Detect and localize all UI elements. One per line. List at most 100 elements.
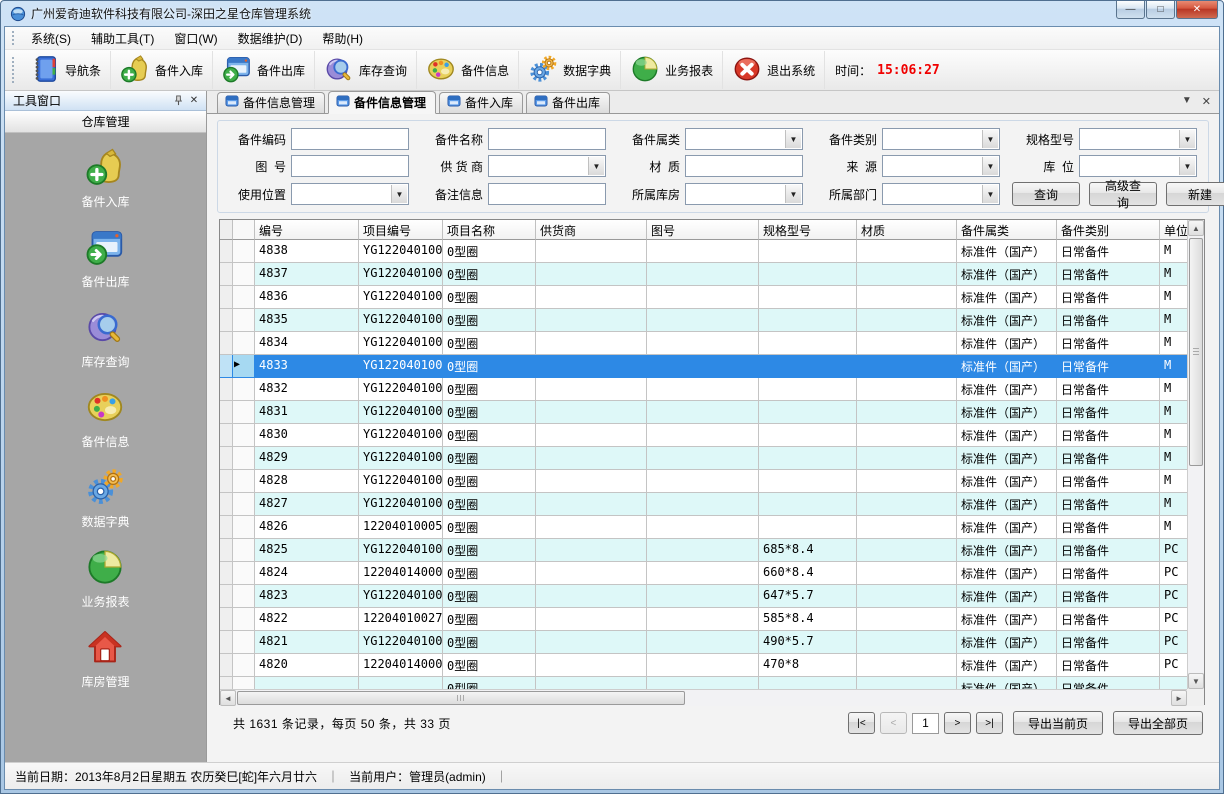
tab-2[interactable]: 备件入库 xyxy=(439,92,523,113)
field-select-备件属类[interactable]: ▼ xyxy=(685,128,803,150)
table-row[interactable]: 482012204014000130型圈470*8标准件（国产）日常备件PC xyxy=(220,654,1187,677)
scroll-right-icon[interactable]: ► xyxy=(1171,690,1187,706)
table-row[interactable]: 482212204010027000型圈585*8.4标准件（国产）日常备件PC xyxy=(220,608,1187,631)
last-page-button[interactable]: >| xyxy=(976,712,1003,734)
table-row[interactable]: 0型圈标准件（国产）日常备件 xyxy=(220,677,1187,689)
field-select-所属部门[interactable]: ▼ xyxy=(882,183,1000,205)
tab-close-icon[interactable]: ✕ xyxy=(1202,95,1211,108)
chevron-down-icon[interactable]: ▼ xyxy=(1179,130,1195,148)
table-row[interactable]: 482612204010005990型圈标准件（国产）日常备件M xyxy=(220,516,1187,539)
sidebar-item-parts-in[interactable]: 备件入库 xyxy=(81,147,129,210)
field-select-备件类别[interactable]: ▼ xyxy=(882,128,1000,150)
menu-item-3[interactable]: 数据维护(D) xyxy=(228,27,313,50)
column-header-spec[interactable]: 规格型号 xyxy=(759,220,857,240)
scroll-left-icon[interactable]: ◄ xyxy=(220,690,236,706)
table-row[interactable]: 4835YG122040100900型圈标准件（国产）日常备件M xyxy=(220,309,1187,332)
column-header-name[interactable]: 项目名称 xyxy=(443,220,536,240)
new-button[interactable]: 新建 xyxy=(1166,182,1224,206)
table-row[interactable]: 4837YG122040100920型圈标准件（国产）日常备件M xyxy=(220,263,1187,286)
tab-1-active[interactable]: 备件信息管理 xyxy=(328,91,436,114)
toolbar-button-navigator[interactable]: 导航条 xyxy=(21,51,111,89)
chevron-down-icon[interactable]: ▼ xyxy=(982,130,998,148)
query-button[interactable]: 查询 xyxy=(1012,182,1080,206)
chevron-down-icon[interactable]: ▼ xyxy=(785,130,801,148)
chevron-down-icon[interactable]: ▼ xyxy=(785,185,801,203)
column-header-type[interactable]: 备件类别 xyxy=(1057,220,1160,240)
toolbar-button-parts-out[interactable]: 备件出库 xyxy=(213,51,315,89)
toolbar-button-parts-info[interactable]: 备件信息 xyxy=(417,51,519,89)
table-row[interactable]: 4831YG122040100860型圈标准件（国产）日常备件M xyxy=(220,401,1187,424)
tool-window-close-icon[interactable]: ✕ xyxy=(186,94,202,108)
column-header-unit[interactable]: 单位 xyxy=(1160,220,1187,240)
sidebar-group-header[interactable]: 仓库管理 xyxy=(5,111,206,133)
minimize-button[interactable]: — xyxy=(1116,1,1145,19)
field-input-备注信息[interactable] xyxy=(488,183,606,205)
column-header-category[interactable]: 备件属类 xyxy=(957,220,1057,240)
vertical-scrollbar[interactable]: ▲ ▼ xyxy=(1187,220,1204,689)
maximize-button[interactable]: □ xyxy=(1146,1,1175,19)
column-header-material[interactable]: 材质 xyxy=(857,220,957,240)
field-input-备件编码[interactable] xyxy=(291,128,409,150)
tab-0[interactable]: 备件信息管理 xyxy=(217,92,325,113)
field-select-规格型号[interactable]: ▼ xyxy=(1079,128,1197,150)
table-row[interactable]: 482412204014000120型圈660*8.4标准件（国产）日常备件PC xyxy=(220,562,1187,585)
sidebar-item-stock-query[interactable]: 库存查询 xyxy=(81,307,129,370)
prev-page-button[interactable]: < xyxy=(880,712,907,734)
sidebar-item-parts-out[interactable]: 备件出库 xyxy=(81,227,129,290)
field-select-库位[interactable]: ▼ xyxy=(1079,155,1197,177)
field-select-使用位置[interactable]: ▼ xyxy=(291,183,409,205)
page-number-input[interactable] xyxy=(912,713,939,734)
field-select-所属库房[interactable]: ▼ xyxy=(685,183,803,205)
table-row[interactable]: 4832YG122040100870型圈标准件（国产）日常备件M xyxy=(220,378,1187,401)
sidebar-item-report[interactable]: 业务报表 xyxy=(81,547,129,610)
table-row[interactable]: 4836YG122040100910型圈标准件（国产）日常备件M xyxy=(220,286,1187,309)
tab-3[interactable]: 备件出库 xyxy=(526,92,610,113)
table-row[interactable]: 4834YG122040100890型圈标准件（国产）日常备件M xyxy=(220,332,1187,355)
sidebar-item-warehouse[interactable]: 库房管理 xyxy=(81,627,129,690)
table-row[interactable]: 4825YG122040100810型圈685*8.4标准件（国产）日常备件PC xyxy=(220,539,1187,562)
chevron-down-icon[interactable]: ▼ xyxy=(588,157,604,175)
menu-item-0[interactable]: 系统(S) xyxy=(21,27,81,50)
chevron-down-icon[interactable]: ▼ xyxy=(391,185,407,203)
first-page-button[interactable]: |< xyxy=(848,712,875,734)
close-button[interactable]: ✕ xyxy=(1176,1,1218,19)
column-header-id[interactable]: 编号 xyxy=(255,220,359,240)
column-header-project_code[interactable]: 项目编号 xyxy=(359,220,443,240)
table-row[interactable]: 4830YG122040100850型圈标准件（国产）日常备件M xyxy=(220,424,1187,447)
menu-item-1[interactable]: 辅助工具(T) xyxy=(81,27,164,50)
toolbar-button-stock-query[interactable]: 库存查询 xyxy=(315,51,417,89)
field-input-图号[interactable] xyxy=(291,155,409,177)
table-row-selected[interactable]: ▶4833YG122040100880型圈标准件（国产）日常备件M xyxy=(220,355,1187,378)
toolbar-button-exit[interactable]: 退出系统 xyxy=(723,51,825,89)
sidebar-item-data-dict[interactable]: 数据字典 xyxy=(81,467,129,530)
table-row[interactable]: 4823YG122040100800型圈647*5.7标准件（国产）日常备件PC xyxy=(220,585,1187,608)
table-row[interactable]: 4828YG122040100830型圈标准件（国产）日常备件M xyxy=(220,470,1187,493)
table-row[interactable]: 4838YG122040100930型圈标准件（国产）日常备件M xyxy=(220,240,1187,263)
chevron-down-icon[interactable]: ▼ xyxy=(1179,157,1195,175)
sidebar-item-parts-info[interactable]: 备件信息 xyxy=(81,387,129,450)
column-header-drawing_no[interactable]: 图号 xyxy=(647,220,759,240)
scroll-down-icon[interactable]: ▼ xyxy=(1188,673,1204,689)
field-input-材质[interactable] xyxy=(685,155,803,177)
menu-item-2[interactable]: 窗口(W) xyxy=(164,27,227,50)
table-row[interactable]: 4827YG122040100820型圈标准件（国产）日常备件M xyxy=(220,493,1187,516)
export-all-pages-button[interactable]: 导出全部页 xyxy=(1113,711,1203,735)
menu-item-4[interactable]: 帮助(H) xyxy=(312,27,373,50)
toolbar-button-parts-in[interactable]: 备件入库 xyxy=(111,51,213,89)
chevron-down-icon[interactable]: ▼ xyxy=(982,185,998,203)
export-current-page-button[interactable]: 导出当前页 xyxy=(1013,711,1103,735)
tab-list-chevron-down-icon[interactable]: ▼ xyxy=(1182,95,1192,108)
column-header-supplier[interactable]: 供货商 xyxy=(536,220,647,240)
table-row[interactable]: 4829YG122040100840型圈标准件（国产）日常备件M xyxy=(220,447,1187,470)
scroll-up-icon[interactable]: ▲ xyxy=(1188,220,1204,236)
pin-icon[interactable] xyxy=(170,94,186,108)
horizontal-scrollbar[interactable]: ◄ ► xyxy=(220,689,1187,706)
field-input-备件名称[interactable] xyxy=(488,128,606,150)
chevron-down-icon[interactable]: ▼ xyxy=(982,157,998,175)
toolbar-button-report[interactable]: 业务报表 xyxy=(621,51,723,89)
next-page-button[interactable]: > xyxy=(944,712,971,734)
field-select-供货商[interactable]: ▼ xyxy=(488,155,606,177)
advanced-query-button[interactable]: 高级查询 xyxy=(1089,182,1157,206)
toolbar-button-data-dict[interactable]: 数据字典 xyxy=(519,51,621,89)
horizontal-scroll-thumb[interactable] xyxy=(237,691,685,705)
